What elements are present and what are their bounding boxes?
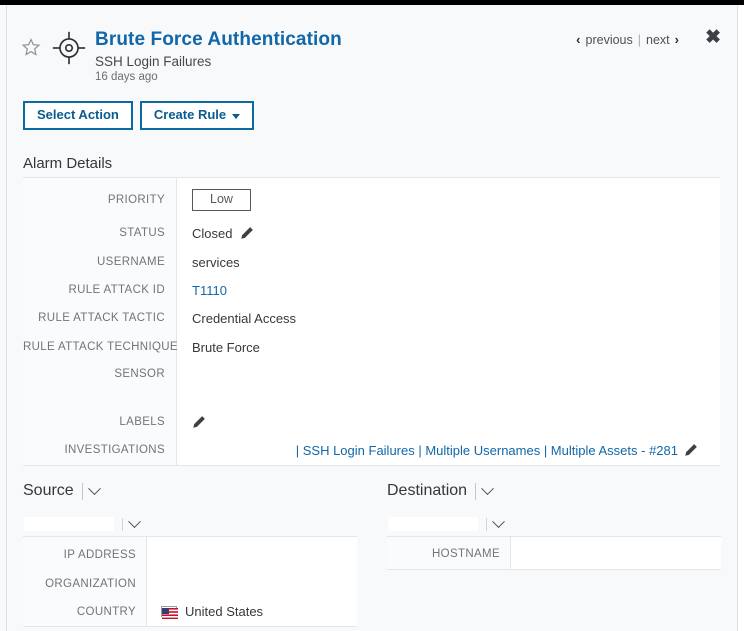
destination-select[interactable]	[388, 514, 505, 531]
row-label: LABELS	[119, 416, 165, 428]
row-label: SENSOR	[114, 368, 165, 380]
source-heading-divider	[81, 482, 83, 500]
row-label: ORGANIZATION	[45, 577, 136, 590]
row-label: RULE ATTACK TACTIC	[38, 312, 165, 324]
close-icon[interactable]: ✖	[705, 28, 721, 47]
destination-heading-group: Destination	[387, 481, 494, 500]
source-select[interactable]	[24, 514, 141, 531]
alarm-timestamp: 16 days ago	[95, 71, 158, 83]
record-navigation: ‹ previous | next ›	[576, 32, 679, 47]
row-label: COUNTRY	[76, 605, 136, 618]
previous-link[interactable]: previous	[586, 33, 633, 47]
priority-badge[interactable]: Low	[192, 188, 251, 212]
panel-right-gutter	[738, 5, 744, 631]
destination-heading: Destination	[387, 482, 468, 499]
next-link[interactable]: next	[646, 33, 670, 47]
alarm-subtitle: SSH Login Failures	[95, 54, 212, 69]
select-action-label: Select Action	[37, 107, 119, 122]
edit-pencil-icon[interactable]	[192, 415, 206, 429]
table-row: RULE ATTACK TACTIC Credential Access	[23, 304, 720, 332]
row-label: RULE ATTACK TECHNIQUE	[23, 341, 178, 353]
status-value: Closed	[192, 225, 233, 241]
table-row: HOSTNAME	[387, 539, 721, 568]
row-label: RULE ATTACK ID	[68, 284, 165, 296]
source-heading: Source	[23, 482, 74, 499]
page-title[interactable]: Brute Force Authentication	[95, 29, 342, 51]
table-row: COUNTRY United States	[23, 597, 357, 626]
table-row: RULE ATTACK TECHNIQUE Brute Force	[23, 333, 720, 361]
action-button-row: Select Action Create Rule	[23, 101, 255, 131]
row-value: United States	[147, 604, 263, 619]
table-row: SENSOR	[23, 360, 720, 388]
destination-heading-divider	[475, 482, 477, 500]
country-name: United States	[185, 604, 264, 619]
row-value: | SSH Login Failures | Multiple Username…	[177, 443, 720, 458]
previous-arrow-icon[interactable]: ‹	[576, 32, 580, 47]
destination-select-value	[388, 517, 478, 531]
row-value: Brute Force	[192, 339, 260, 355]
row-value: Credential Access	[192, 310, 297, 326]
table-row: USERNAME services	[23, 248, 720, 276]
row-label: USERNAME	[97, 256, 165, 268]
row-value: services	[192, 254, 240, 270]
row-label: PRIORITY	[107, 194, 165, 206]
rule-attack-id-link[interactable]: T1110	[177, 283, 227, 298]
destination-select-divider	[486, 518, 487, 531]
source-select-divider	[122, 518, 123, 531]
alarm-details-table: PRIORITY Low STATUS Closed USERNAME serv…	[23, 177, 720, 466]
nav-separator: |	[637, 32, 642, 47]
alarm-details-heading: Alarm Details	[23, 155, 113, 172]
select-action-button[interactable]: Select Action	[23, 101, 133, 131]
star-outline-icon[interactable]	[21, 37, 41, 57]
next-arrow-icon[interactable]: ›	[675, 32, 679, 47]
row-value: Low	[177, 188, 251, 212]
table-row: PRIORITY Low	[23, 184, 720, 216]
alarm-header: Brute Force Authentication SSH Login Fai…	[7, 5, 737, 140]
row-label: IP ADDRESS	[63, 548, 136, 561]
row-value	[177, 415, 206, 429]
row-label: HOSTNAME	[432, 547, 500, 560]
investigations-links[interactable]: | SSH Login Failures | Multiple Username…	[296, 443, 678, 458]
source-table: IP ADDRESS ORGANIZATION COUNTRY United S…	[23, 536, 357, 627]
chevron-down-icon	[232, 114, 241, 120]
destination-table: HOSTNAME	[387, 536, 721, 570]
table-row: STATUS Closed	[23, 219, 720, 247]
edit-pencil-icon[interactable]	[240, 226, 254, 240]
us-flag-icon	[161, 606, 178, 619]
edit-pencil-icon[interactable]	[684, 443, 698, 457]
table-row: IP ADDRESS	[23, 540, 357, 569]
create-rule-button[interactable]: Create Rule	[139, 101, 255, 131]
table-row: LABELS	[23, 408, 720, 436]
table-row: INVESTIGATIONS | SSH Login Failures | Mu…	[23, 436, 720, 464]
row-label: STATUS	[119, 227, 165, 239]
chevron-down-icon[interactable]	[492, 514, 505, 528]
investigations-cell: | SSH Login Failures | Multiple Username…	[177, 443, 720, 458]
table-row: ORGANIZATION	[23, 569, 357, 598]
create-rule-label: Create Rule	[153, 107, 227, 122]
row-label: INVESTIGATIONS	[64, 444, 165, 456]
chevron-down-icon[interactable]	[87, 481, 101, 495]
source-heading-group: Source	[23, 481, 101, 500]
crosshair-target-icon	[50, 29, 88, 67]
alarm-detail-panel: Brute Force Authentication SSH Login Fai…	[0, 5, 744, 631]
chevron-down-icon[interactable]	[481, 481, 494, 495]
chevron-down-icon[interactable]	[128, 514, 141, 528]
source-select-value	[24, 517, 114, 531]
row-value: Closed	[177, 226, 254, 241]
table-row: RULE ATTACK ID T1110	[23, 276, 720, 304]
